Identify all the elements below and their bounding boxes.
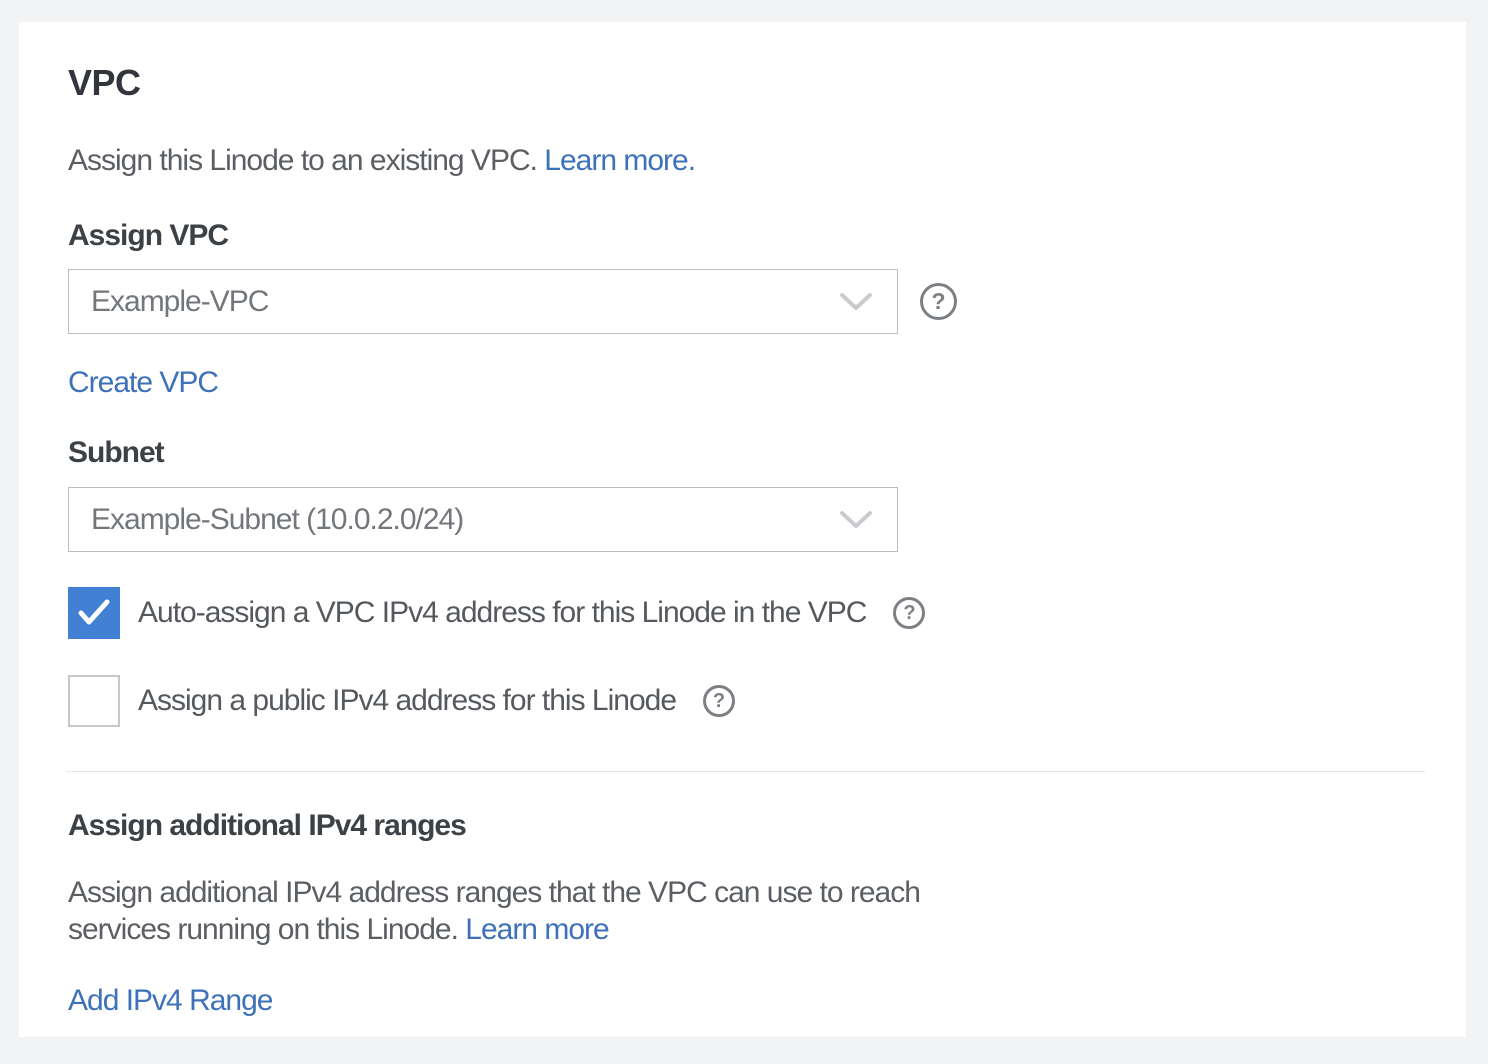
add-ipv4-range-link[interactable]: Add IPv4 Range xyxy=(68,983,272,1019)
ipv4-ranges-description: Assign additional IPv4 address ranges th… xyxy=(68,874,1013,948)
assign-vpc-help-icon[interactable]: ? xyxy=(920,283,957,320)
check-icon xyxy=(77,598,111,628)
subnet-label: Subnet xyxy=(68,435,1425,471)
assign-vpc-select-value: Example-VPC xyxy=(91,285,268,319)
public-ipv4-row: Assign a public IPv4 address for this Li… xyxy=(68,675,1425,727)
auto-assign-help-icon[interactable]: ? xyxy=(893,597,925,629)
ipv4-ranges-title: Assign additional IPv4 ranges xyxy=(68,808,1425,844)
assign-vpc-select[interactable]: Example-VPC xyxy=(68,269,898,334)
auto-assign-vpc-ipv4-label: Auto-assign a VPC IPv4 address for this … xyxy=(138,595,866,631)
vpc-description: Assign this Linode to an existing VPC. L… xyxy=(68,143,1425,179)
assign-vpc-select-row: Example-VPC ? xyxy=(68,269,1425,334)
vpc-description-text: Assign this Linode to an existing VPC. xyxy=(68,144,537,177)
question-mark-glyph: ? xyxy=(931,288,945,315)
question-mark-glyph: ? xyxy=(903,602,915,625)
learn-more-link[interactable]: Learn more. xyxy=(544,144,695,177)
vpc-panel: VPC Assign this Linode to an existing VP… xyxy=(19,22,1466,1037)
auto-assign-vpc-ipv4-row: Auto-assign a VPC IPv4 address for this … xyxy=(68,587,1425,639)
subnet-select-value: Example-Subnet (10.0.2.0/24) xyxy=(91,503,463,537)
question-mark-glyph: ? xyxy=(713,690,725,713)
public-ipv4-help-icon[interactable]: ? xyxy=(703,685,735,717)
subnet-select-row: Example-Subnet (10.0.2.0/24) xyxy=(68,487,1425,552)
public-ipv4-checkbox[interactable] xyxy=(68,675,120,727)
assign-vpc-label: Assign VPC xyxy=(68,218,1425,254)
ipv4-ranges-learn-more-link[interactable]: Learn more xyxy=(465,913,608,946)
subnet-select[interactable]: Example-Subnet (10.0.2.0/24) xyxy=(68,487,898,552)
page-title: VPC xyxy=(68,63,1425,103)
create-vpc-link[interactable]: Create VPC xyxy=(68,365,218,401)
section-divider xyxy=(66,771,1425,772)
public-ipv4-label: Assign a public IPv4 address for this Li… xyxy=(138,683,676,719)
auto-assign-vpc-ipv4-checkbox[interactable] xyxy=(68,587,120,639)
chevron-down-icon xyxy=(839,292,873,312)
chevron-down-icon xyxy=(839,510,873,530)
